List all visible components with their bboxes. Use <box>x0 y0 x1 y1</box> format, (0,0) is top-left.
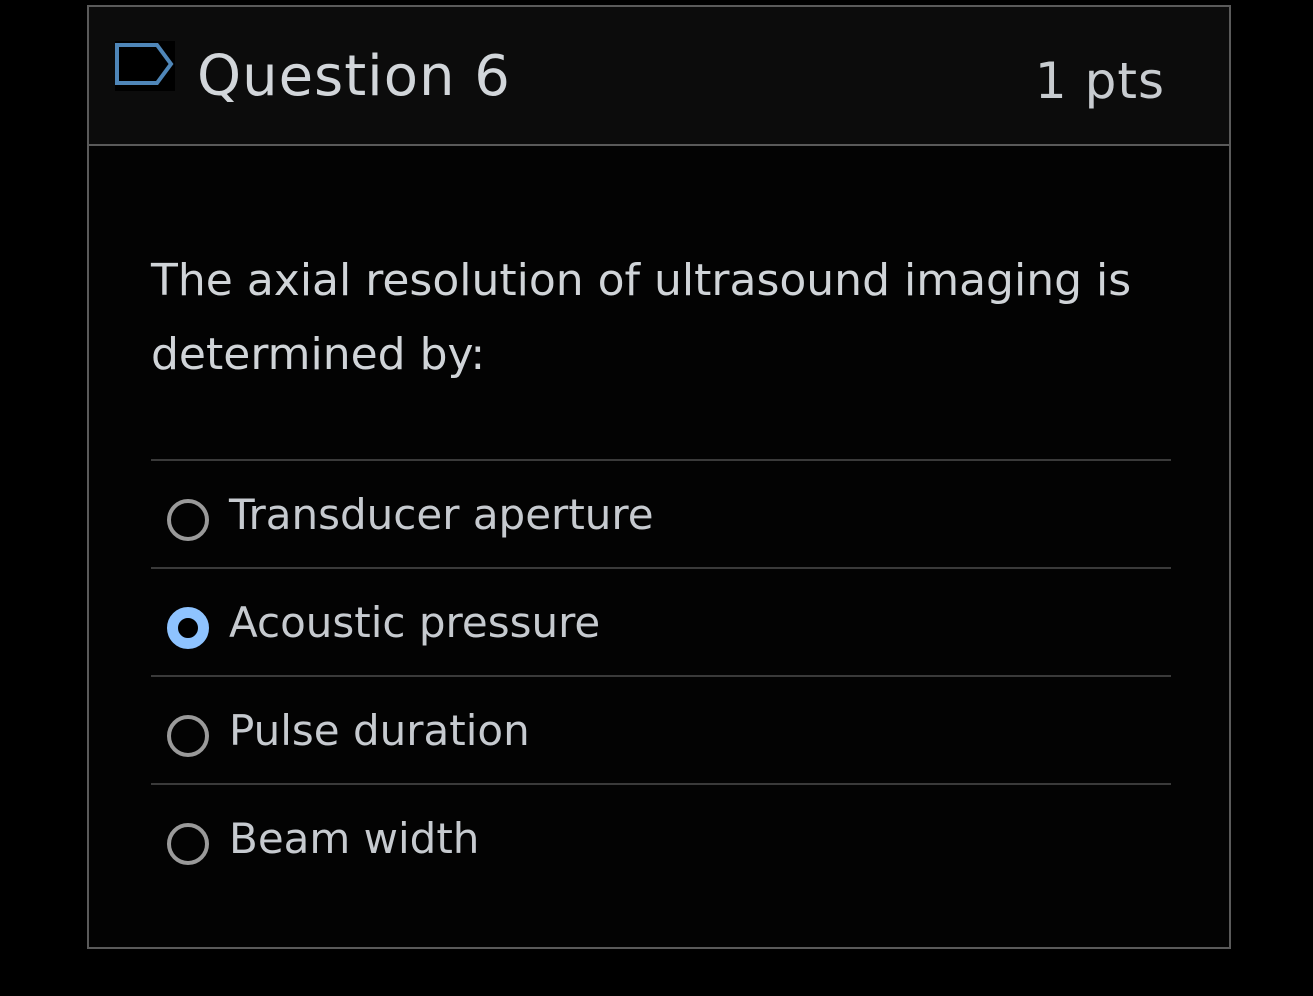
answer-label: Beam width <box>229 814 480 863</box>
question-text: The axial resolution of ultrasound imagi… <box>151 255 1132 380</box>
answer-label: Transducer aperture <box>229 490 654 539</box>
answer-option[interactable]: Beam width <box>151 783 1171 891</box>
answer-list: Transducer aperture Acoustic pressure Pu… <box>151 459 1171 891</box>
answer-option[interactable]: Transducer aperture <box>151 459 1171 567</box>
radio-button[interactable] <box>167 715 209 757</box>
radio-button-selected[interactable] <box>167 607 209 649</box>
answer-label: Acoustic pressure <box>229 598 601 647</box>
question-card: Question 6 1 pts The axial resolution of… <box>87 5 1231 949</box>
question-points: 1 pts <box>1034 52 1165 110</box>
radio-button[interactable] <box>167 823 209 865</box>
flag-question-icon[interactable] <box>113 40 177 92</box>
answer-label: Pulse duration <box>229 706 530 755</box>
question-title: Question 6 <box>197 44 511 109</box>
answer-option[interactable]: Pulse duration <box>151 675 1171 783</box>
radio-button[interactable] <box>167 499 209 541</box>
question-header: Question 6 1 pts <box>89 7 1229 146</box>
answer-option[interactable]: Acoustic pressure <box>151 567 1171 675</box>
